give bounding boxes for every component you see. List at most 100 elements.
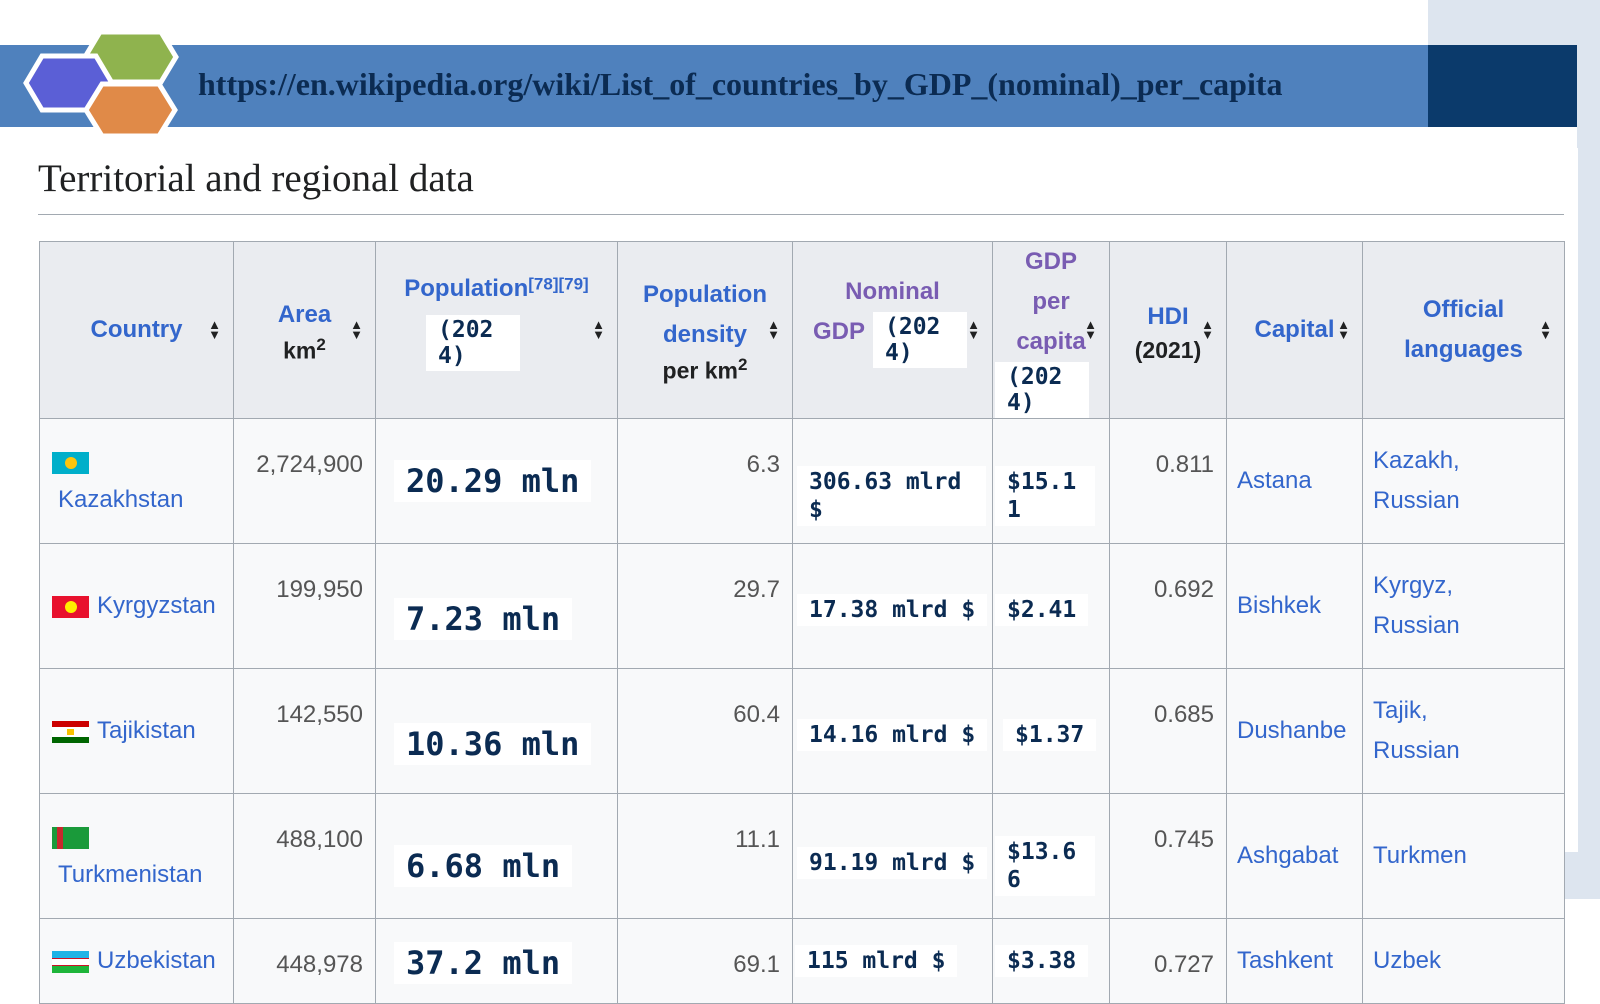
header-density[interactable]: Population density per km2 ▲ ▼ (617, 241, 793, 419)
language-link[interactable]: Russian (1373, 606, 1564, 646)
gdp-cell: 17.38 mlrd $ (792, 543, 993, 669)
header-gdp-line2[interactable]: GDP (813, 318, 865, 345)
country-link[interactable]: Kazakhstan (58, 486, 183, 513)
gdp-value: 306.63 mlrd $ (797, 466, 986, 526)
language-link[interactable]: Russian (1373, 481, 1564, 521)
capital-link[interactable]: Ashgabat (1237, 842, 1338, 869)
header-languages-line2[interactable]: languages (1363, 330, 1564, 370)
sort-icon[interactable]: ▲ ▼ (592, 318, 605, 341)
header-languages-line1[interactable]: Official (1363, 290, 1564, 330)
table-header-row: Country ▲ ▼ Area km2 ▲ ▼ Population[78][79… (39, 241, 1565, 419)
header-gdp-line1[interactable]: Nominal (793, 272, 992, 312)
sort-icon[interactable]: ▲ ▼ (967, 318, 980, 341)
gdp-per-capita-value: $1.37 (1003, 719, 1097, 751)
language-link[interactable]: Russian (1373, 731, 1564, 771)
population-cell: 10.36 mln (375, 668, 618, 794)
language-link[interactable]: Turkmen (1373, 836, 1564, 876)
density-unit-text: per km (662, 357, 738, 384)
sort-icon[interactable]: ▲ ▼ (1539, 318, 1552, 341)
area-cell: 488,100 (233, 793, 376, 919)
languages-cell: Tajik, Russian (1362, 668, 1565, 794)
sort-icon[interactable]: ▲ ▼ (1084, 318, 1097, 341)
uzbekistan-flag-icon[interactable] (52, 950, 89, 973)
header-gdppc-line2[interactable]: per (993, 282, 1109, 322)
header-population-label[interactable]: Population (404, 275, 528, 302)
header-capital-label[interactable]: Capital (1254, 316, 1334, 343)
area-unit-text: km (283, 337, 317, 364)
header-hdi[interactable]: HDI (2021) ▲ ▼ (1109, 241, 1227, 419)
capital-link[interactable]: Astana (1237, 467, 1312, 494)
population-references[interactable]: [78][79] (528, 275, 588, 294)
gdp-per-capita-value: $3.38 (995, 945, 1089, 977)
gdp-per-capita-value: $2.41 (995, 594, 1089, 626)
country-link[interactable]: Turkmenistan (58, 861, 203, 888)
hdi-cell: 0.727 (1109, 918, 1227, 1004)
population-value: 6.68 mln (394, 845, 573, 887)
table-row: Tajikistan 142,550 10.36 mln 60.4 14.16 … (39, 668, 1565, 794)
section-title: Territorial and regional data (38, 157, 474, 200)
gdp-per-capita-cell: $1.37 (992, 668, 1110, 794)
header-density-line2[interactable]: density (618, 315, 792, 355)
header-nominal-gdp[interactable]: Nominal GDP (2024) ▲ ▼ (792, 241, 993, 419)
languages-cell: Kyrgyz, Russian (1362, 543, 1565, 669)
hdi-cell: 0.685 (1109, 668, 1227, 794)
table-row: Uzbekistan 448,978 37.2 mln 69.1 115 mlr… (39, 918, 1565, 1004)
languages-cell: Kazakh, Russian (1362, 418, 1565, 544)
sort-icon[interactable]: ▲ ▼ (350, 318, 363, 341)
gdp-cell: 14.16 mlrd $ (792, 668, 993, 794)
country-cell: Uzbekistan (39, 918, 234, 1004)
language-link[interactable]: Tajik, (1373, 691, 1564, 731)
header-population[interactable]: Population[78][79] (2024) ▲ ▼ (375, 241, 618, 419)
capital-link[interactable]: Dushanbe (1237, 717, 1346, 744)
hdi-cell: 0.692 (1109, 543, 1227, 669)
header-gdppc-line1[interactable]: GDP (993, 242, 1109, 282)
language-link[interactable]: Uzbek (1373, 941, 1564, 981)
area-unit-sup: 2 (316, 335, 326, 355)
table-row: Kazakhstan 2,724,900 20.29 mln 6.3 306.6… (39, 418, 1565, 544)
header-gdp-per-capita[interactable]: GDP per capita (2024) ▲ ▼ (992, 241, 1110, 419)
population-value: 7.23 mln (394, 598, 573, 640)
capital-link[interactable]: Tashkent (1237, 947, 1333, 974)
country-link[interactable]: Kyrgyzstan (97, 592, 216, 619)
gdp-per-capita-cell: $2.41 (992, 543, 1110, 669)
source-url-link[interactable]: https://en.wikipedia.org/wiki/List_of_co… (198, 66, 1282, 103)
table-row: Kyrgyzstan 199,950 7.23 mln 29.7 17.38 m… (39, 543, 1565, 669)
slide-decoration-top-right (1428, 0, 1600, 45)
gdp-per-capita-value: $15.11 (995, 466, 1095, 526)
density-unit-sup: 2 (737, 355, 748, 375)
country-cell: Tajikistan (39, 668, 234, 794)
kazakhstan-flag-icon[interactable] (52, 451, 89, 474)
capital-link[interactable]: Bishkek (1237, 592, 1321, 619)
gdp-cell: 91.19 mlrd $ (792, 793, 993, 919)
slide-decoration-right (1577, 45, 1600, 899)
sort-icon[interactable]: ▲ ▼ (767, 318, 780, 341)
kyrgyzstan-flag-icon[interactable] (52, 595, 89, 618)
density-cell: 29.7 (617, 543, 793, 669)
language-link[interactable]: Kyrgyz, (1373, 566, 1564, 606)
country-link[interactable]: Uzbekistan (97, 947, 216, 974)
population-cell: 6.68 mln (375, 793, 618, 919)
header-capital[interactable]: Capital ▲ ▼ (1226, 241, 1363, 419)
sort-icon[interactable]: ▲ ▼ (1337, 318, 1350, 341)
header-country-label[interactable]: Country (91, 316, 183, 343)
sort-icon[interactable]: ▲ ▼ (208, 318, 221, 341)
country-link[interactable]: Tajikistan (97, 717, 196, 744)
area-cell: 199,950 (233, 543, 376, 669)
capital-cell: Astana (1226, 418, 1363, 544)
regional-data-table: Country ▲ ▼ Area km2 ▲ ▼ Population[78][79… (39, 241, 1565, 1004)
table-row: Turkmenistan 488,100 6.68 mln 11.1 91.19… (39, 793, 1565, 919)
header-country[interactable]: Country ▲ ▼ (39, 241, 234, 419)
capital-cell: Ashgabat (1226, 793, 1363, 919)
hdi-cell: 0.811 (1109, 418, 1227, 544)
header-density-line1[interactable]: Population (618, 275, 792, 315)
tajikistan-flag-icon[interactable] (52, 720, 89, 743)
language-link[interactable]: Kazakh, (1373, 441, 1564, 481)
turkmenistan-flag-icon[interactable] (52, 826, 89, 849)
header-area[interactable]: Area km2 ▲ ▼ (233, 241, 376, 419)
gdp-per-capita-cell: $13.66 (992, 793, 1110, 919)
capital-cell: Dushanbe (1226, 668, 1363, 794)
country-cell: Kazakhstan (39, 418, 234, 544)
population-cell: 37.2 mln (375, 918, 618, 1004)
sort-icon[interactable]: ▲ ▼ (1201, 318, 1214, 341)
header-official-languages[interactable]: Official languages ▲ ▼ (1362, 241, 1565, 419)
